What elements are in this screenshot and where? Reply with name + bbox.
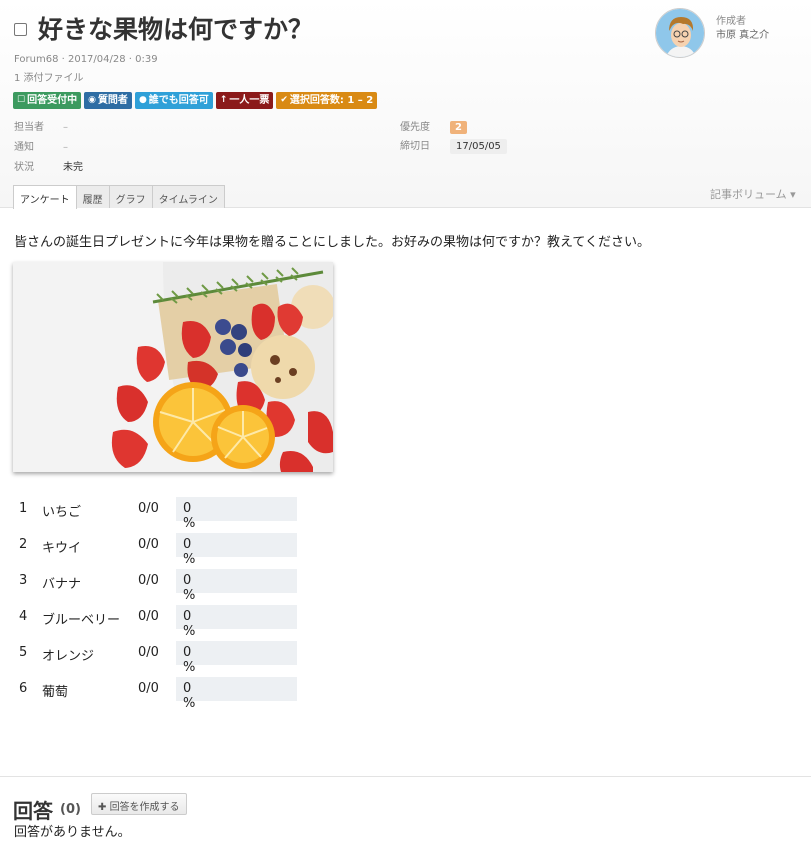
- comment-icon: ●: [138, 95, 147, 105]
- option-percent: 0 %: [183, 681, 196, 711]
- option-name: ブルーベリー: [42, 613, 121, 628]
- check-icon: ✔: [280, 95, 288, 105]
- field-priority: 優先度 2: [400, 118, 467, 134]
- checkbox-icon: ☐: [17, 95, 26, 105]
- field-notify: 通知 –: [14, 142, 68, 153]
- option-count: 0/0: [138, 645, 159, 660]
- answers-count: (0): [60, 802, 81, 817]
- badge-choice-count: ✔ 選択回答数: 1 – 2: [276, 92, 378, 109]
- option-name: キウイ: [42, 541, 82, 556]
- badge-questioner: ◉ 質問者: [84, 92, 132, 109]
- tab-graph[interactable]: グラフ: [108, 185, 153, 208]
- survey-description: 皆さんの誕生日プレゼントに今年は果物を贈ることにしました。お好みの果物は何ですか…: [14, 235, 650, 250]
- option-percent: 0 %: [183, 645, 196, 675]
- author-label: 作成者: [716, 16, 746, 27]
- field-assignee: 担当者 –: [14, 122, 68, 133]
- field-status: 状況 未完: [14, 162, 83, 173]
- option-name: オレンジ: [42, 649, 95, 664]
- tab-bar: アンケート 履歴 グラフ タイムライン: [13, 185, 225, 209]
- priority-badge: 2: [450, 121, 467, 134]
- option-number: 2: [19, 537, 28, 552]
- option-number: 6: [19, 681, 28, 696]
- post-header: 好きな果物は何ですか？ Forum68 · 2017/04/28 · 0:39 …: [0, 0, 811, 209]
- option-number: 3: [19, 573, 28, 588]
- create-answer-button[interactable]: ✚ 回答を作成する: [91, 793, 187, 815]
- status-badges: ☐ 回答受付中 ◉ 質問者 ● 誰でも回答可 ↑ 一人一票 ✔ 選択回答数: 1 – 2: [13, 92, 378, 109]
- option-count: 0/0: [138, 537, 159, 552]
- answers-heading: 回答: [13, 799, 53, 823]
- deadline-date: 17/05/05: [450, 139, 507, 154]
- page-title: 好きな果物は何ですか？: [38, 15, 314, 44]
- option-number: 1: [19, 501, 28, 516]
- option-count: 0/0: [138, 609, 159, 624]
- option-percent: 0 %: [183, 573, 196, 603]
- tab-survey[interactable]: アンケート: [13, 185, 77, 209]
- option-name: 葡萄: [42, 685, 69, 700]
- option-percent: 0 %: [183, 609, 196, 639]
- author-name[interactable]: 市原 真之介: [716, 26, 769, 41]
- no-answers-message: 回答がありません。: [14, 825, 131, 840]
- attachments-link[interactable]: 1 添付ファイル: [14, 69, 84, 84]
- eye-icon: ◉: [88, 95, 96, 105]
- badge-accepting: ☐ 回答受付中: [13, 92, 82, 109]
- tab-timeline[interactable]: タイムライン: [151, 185, 225, 208]
- option-percent: 0 %: [183, 501, 196, 531]
- arrow-up-icon: ↑: [219, 95, 228, 105]
- plus-icon: ✚: [98, 802, 110, 813]
- forum-date[interactable]: Forum68 · 2017/04/28 · 0:39: [14, 54, 158, 65]
- field-deadline: 締切日 17/05/05: [400, 137, 507, 154]
- fruit-photo: [13, 262, 333, 472]
- title-row: 好きな果物は何ですか？: [14, 10, 313, 46]
- badge-one-vote: ↑ 一人一票: [215, 92, 274, 109]
- option-name: バナナ: [42, 577, 82, 592]
- option-name: いちご: [42, 505, 82, 520]
- article-volume-dropdown[interactable]: 記事ボリューム ▾: [710, 186, 796, 202]
- option-number: 5: [19, 645, 28, 660]
- option-count: 0/0: [138, 681, 159, 696]
- avatar[interactable]: [655, 8, 705, 58]
- tab-history[interactable]: 履歴: [75, 185, 110, 208]
- section-divider: [0, 776, 811, 777]
- option-percent: 0 %: [183, 537, 196, 567]
- complete-checkbox[interactable]: [14, 22, 27, 36]
- option-number: 4: [19, 609, 28, 624]
- option-count: 0/0: [138, 573, 159, 588]
- badge-anyone: ● 誰でも回答可: [134, 92, 213, 109]
- option-count: 0/0: [138, 501, 159, 516]
